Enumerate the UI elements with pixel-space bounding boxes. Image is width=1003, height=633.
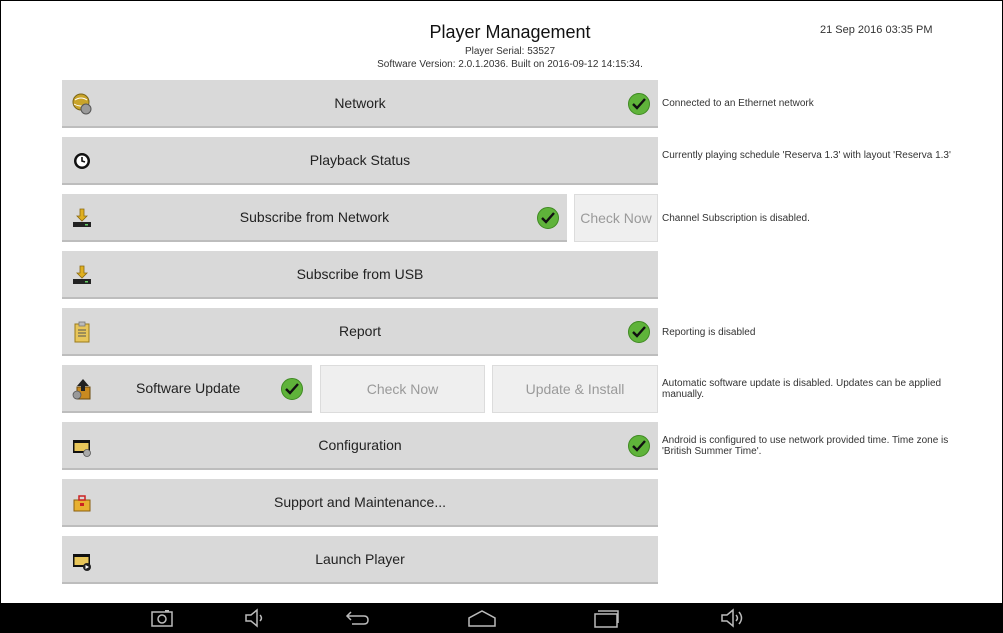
network-button[interactable]: Network xyxy=(62,80,658,128)
network-globe-icon xyxy=(72,93,92,115)
checkmark-icon xyxy=(281,378,303,400)
player-serial: Player Serial: 53527 xyxy=(464,46,556,57)
software-check-now-button[interactable]: Check Now xyxy=(320,365,485,413)
android-navbar xyxy=(0,603,1003,633)
page-title: Player Management xyxy=(429,22,591,42)
network-status: Connected to an Ethernet network xyxy=(662,98,814,109)
subscribe-usb-label: Subscribe from USB xyxy=(296,266,424,282)
upload-arrow-icon xyxy=(72,379,91,400)
playback-label: Playback Status xyxy=(309,152,411,168)
toolbox-icon xyxy=(73,495,91,512)
folder-settings-icon xyxy=(73,440,91,457)
checkmark-icon xyxy=(628,93,650,115)
report-status: Reporting is disabled xyxy=(662,327,756,338)
software-update-status: Automatic software update is disabled. U… xyxy=(662,378,942,400)
software-update-label: Software Update xyxy=(136,380,241,396)
configuration-label: Configuration xyxy=(318,437,402,453)
download-icon xyxy=(73,208,91,227)
screenshot-icon[interactable] xyxy=(150,607,174,629)
network-label: Network xyxy=(334,95,386,111)
play-icon xyxy=(73,554,91,571)
clock-icon xyxy=(74,153,90,169)
subscribe-usb-button[interactable]: Subscribe from USB xyxy=(62,251,658,299)
playback-status-button[interactable]: Playback Status xyxy=(62,137,658,185)
back-icon[interactable] xyxy=(342,607,372,629)
configuration-status: Android is configured to use network pro… xyxy=(662,435,949,457)
software-update-button[interactable]: Software Update xyxy=(62,365,312,413)
clipboard-icon xyxy=(74,321,90,343)
subscribe-network-label: Subscribe from Network xyxy=(239,209,390,225)
launch-player-button[interactable]: Launch Player xyxy=(62,536,658,584)
support-label: Support and Maintenance... xyxy=(273,494,446,510)
recents-icon[interactable] xyxy=(591,607,621,629)
date-time: 21 Sep 2016 03:35 PM xyxy=(820,24,933,36)
volume-down-icon[interactable] xyxy=(243,607,267,629)
home-icon[interactable] xyxy=(466,607,498,629)
software-version: Software Version: 2.0.1.2036. Built on 2… xyxy=(377,59,643,70)
report-label: Report xyxy=(338,323,382,339)
playback-status-text: Currently playing schedule 'Reserva 1.3'… xyxy=(662,150,951,161)
subscribe-network-button[interactable]: Subscribe from Network xyxy=(62,194,567,242)
configuration-button[interactable]: Configuration xyxy=(62,422,658,470)
subscription-status: Channel Subscription is disabled. xyxy=(662,213,810,224)
checkmark-icon xyxy=(628,435,650,457)
update-install-button[interactable]: Update & Install xyxy=(492,365,658,413)
report-button[interactable]: Report xyxy=(62,308,658,356)
download-icon xyxy=(73,265,91,284)
checkmark-icon xyxy=(537,207,559,229)
volume-up-icon[interactable] xyxy=(719,607,749,629)
support-maintenance-button[interactable]: Support and Maintenance... xyxy=(62,479,658,527)
subscribe-check-now-button[interactable]: Check Now xyxy=(574,194,658,242)
checkmark-icon xyxy=(628,321,650,343)
launch-player-label: Launch Player xyxy=(315,551,405,567)
